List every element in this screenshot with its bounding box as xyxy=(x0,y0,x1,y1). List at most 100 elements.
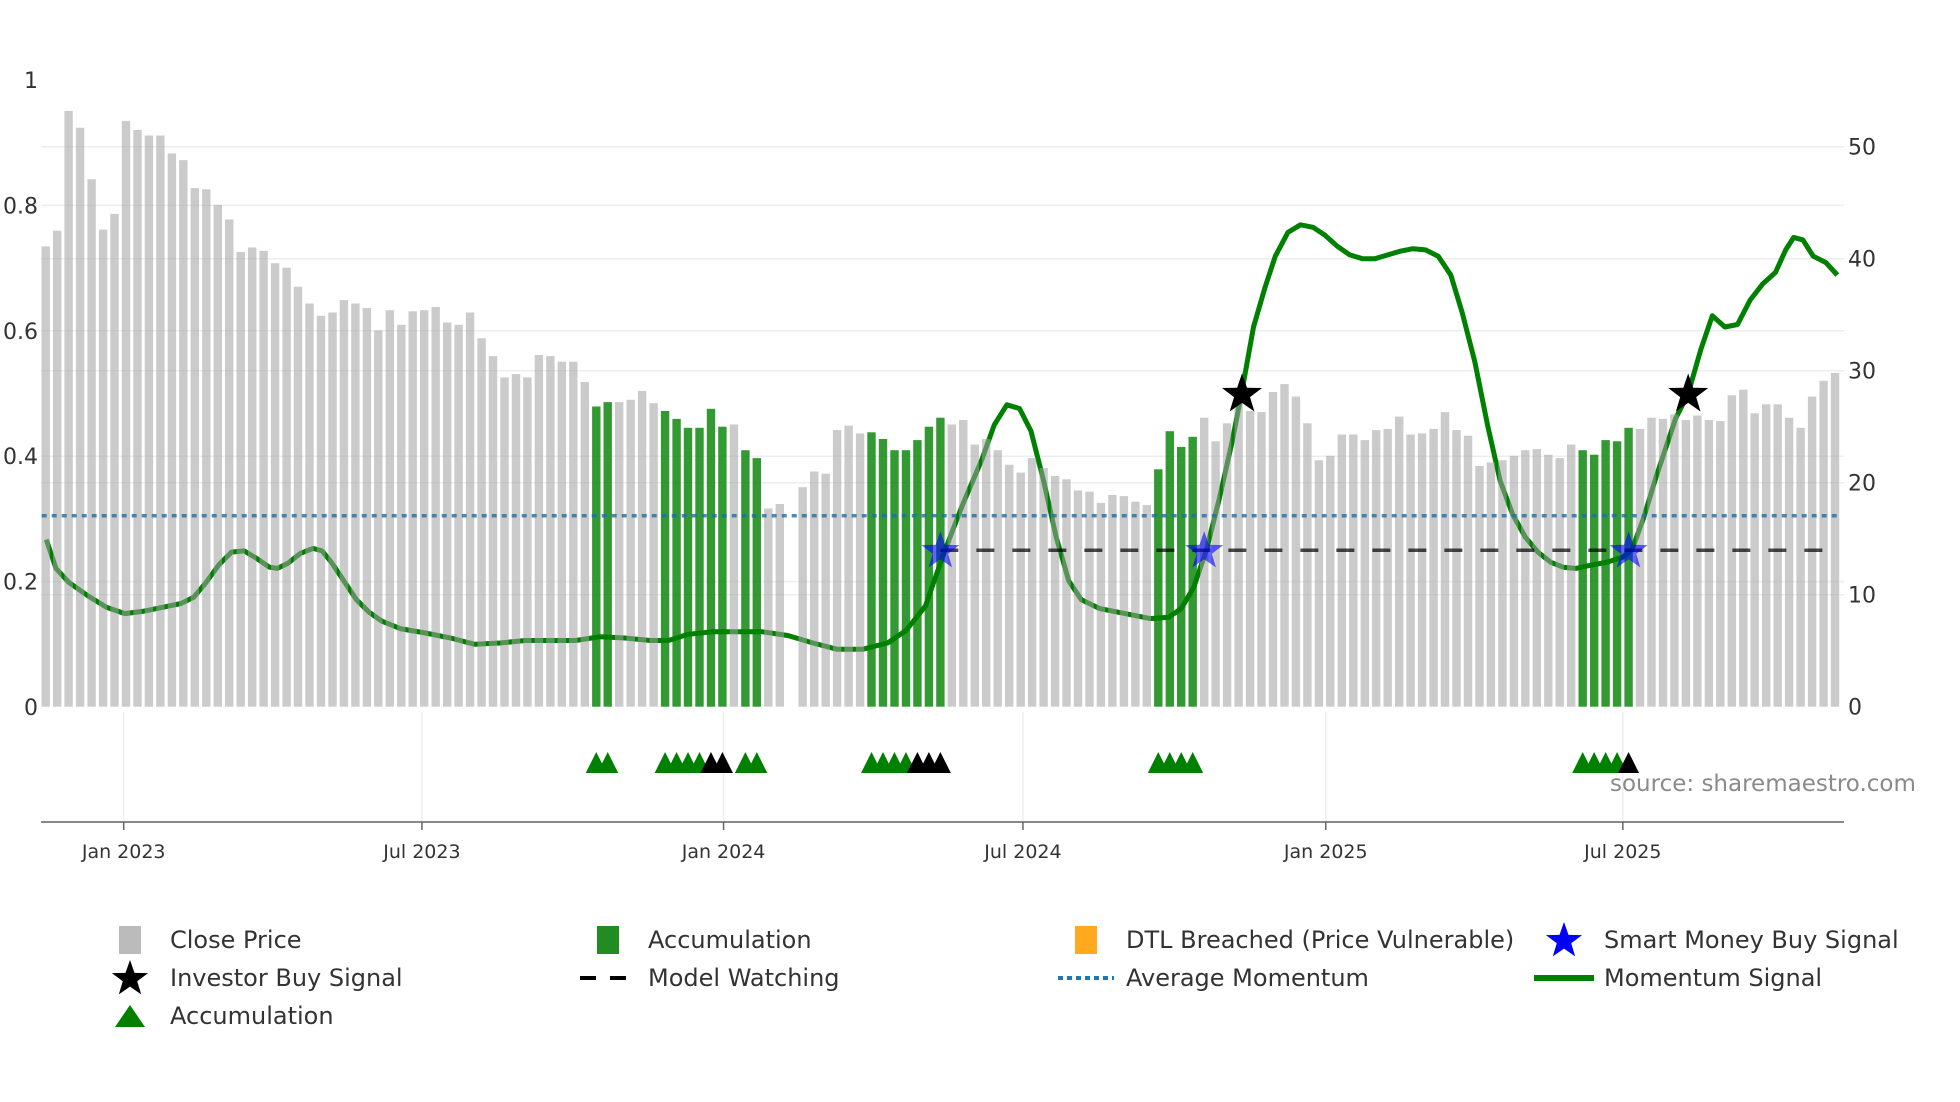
close-price-bar xyxy=(1349,434,1358,707)
close-price-bar xyxy=(1429,428,1438,707)
close-price-bar xyxy=(1750,413,1759,707)
close-price-bar xyxy=(75,127,85,707)
close-price-bar xyxy=(1773,404,1782,707)
accumulation-bar xyxy=(913,440,922,707)
close-price-bar xyxy=(1085,491,1094,707)
close-price-bar xyxy=(637,390,647,707)
close-price-bar xyxy=(420,310,429,707)
close-price-bar xyxy=(1704,420,1714,707)
close-price-bar xyxy=(832,430,842,707)
close-price-bar xyxy=(64,110,73,707)
close-price-bar xyxy=(1245,411,1255,707)
accumulation-bar xyxy=(1177,446,1186,707)
close-price-bar xyxy=(1234,388,1243,707)
close-price-bar xyxy=(1372,430,1381,707)
x-tick-label: Jul 2023 xyxy=(382,841,460,863)
close-price-bar xyxy=(1406,434,1415,707)
accumulation-bar xyxy=(695,427,704,707)
y-right-tick-label: 40 xyxy=(1848,248,1876,273)
close-price-bar xyxy=(1681,420,1691,707)
close-price-bar xyxy=(1739,389,1748,707)
close-price-bar xyxy=(947,424,956,707)
close-price-bar xyxy=(87,179,96,707)
close-price-bar xyxy=(328,312,337,707)
accumulation-bar xyxy=(890,450,899,707)
close-price-bar xyxy=(1314,460,1324,707)
close-price-bar xyxy=(970,444,979,707)
close-price-bar xyxy=(1005,464,1014,707)
y-right-tick-label: 0 xyxy=(1848,696,1862,721)
close-price-bar xyxy=(121,120,131,707)
close-price-bar xyxy=(764,508,773,707)
close-price-bar xyxy=(316,315,326,707)
close-price-bar xyxy=(1280,384,1289,707)
momentum-price-chart: Jan 2023 Jul 2023 Jan 2024 Jul 2024 Jan 2025… xyxy=(3,69,1876,863)
close-price-bar xyxy=(1796,427,1805,707)
close-price-bar xyxy=(488,356,498,707)
close-price-bar xyxy=(1784,417,1794,707)
close-price-bar xyxy=(959,420,968,707)
close-price-bar xyxy=(339,300,349,707)
close-price-bar xyxy=(374,330,383,707)
accumulation-bar xyxy=(1188,436,1197,707)
close-price-bar xyxy=(798,487,807,707)
x-tick-label: Jan 2023 xyxy=(81,841,166,863)
close-price-bar xyxy=(1819,380,1828,707)
close-price-bar xyxy=(362,308,372,707)
source-credit: source: sharemaestro.com xyxy=(1610,771,1916,797)
close-price-bar xyxy=(259,250,268,707)
close-price-bar xyxy=(1647,417,1656,707)
close-price-bar xyxy=(156,135,165,707)
close-price-bar xyxy=(1062,479,1071,707)
close-price-bar xyxy=(855,433,865,707)
close-price-bar xyxy=(1544,454,1553,707)
close-price-bar xyxy=(431,306,440,707)
close-price-bar xyxy=(144,135,154,707)
y-left-tick-label: 0.2 xyxy=(3,571,38,596)
close-price-bar xyxy=(729,424,739,707)
close-price-bar xyxy=(649,403,658,707)
close-price-bar xyxy=(775,504,784,707)
close-price-bar xyxy=(1303,423,1312,707)
close-price-bar xyxy=(1693,415,1702,707)
close-price-bar xyxy=(1096,502,1106,707)
close-price-bar xyxy=(293,286,303,707)
accumulation-bar xyxy=(660,411,670,707)
accumulation-bar xyxy=(878,439,888,707)
close-price-bar xyxy=(993,450,1002,707)
close-price-bar xyxy=(1498,460,1507,707)
close-price-bar xyxy=(1486,462,1496,707)
close-price-bar xyxy=(821,473,830,707)
close-price-bar xyxy=(53,230,62,707)
y-left-tick-label: 0.6 xyxy=(3,320,38,345)
close-price-bar xyxy=(477,338,486,707)
close-price-bar xyxy=(569,361,578,707)
close-price-bar xyxy=(1016,472,1025,707)
close-price-bar xyxy=(351,303,360,707)
close-price-bar xyxy=(1108,495,1117,707)
close-price-bar xyxy=(1257,412,1266,707)
close-price-bar xyxy=(190,188,199,707)
close-price-bar xyxy=(1050,476,1060,707)
close-price-bar xyxy=(1475,465,1484,707)
close-price-bars xyxy=(41,110,1840,707)
accumulation-bar xyxy=(1612,441,1622,707)
close-price-bar xyxy=(1131,501,1140,707)
close-price-bar xyxy=(179,160,188,707)
close-price-bar xyxy=(1142,505,1151,707)
investor-buy-star-icon xyxy=(1668,373,1709,412)
close-price-bar xyxy=(133,129,142,707)
close-price-bar xyxy=(1211,441,1220,707)
close-price-bar xyxy=(408,311,417,707)
close-price-bar xyxy=(213,204,222,707)
y-left-tick-label: 0 xyxy=(24,696,38,721)
y-right-tick-label: 50 xyxy=(1848,136,1876,161)
y-right-tick-label: 30 xyxy=(1848,360,1876,385)
close-price-bar xyxy=(844,425,853,707)
close-price-bar xyxy=(1326,455,1335,707)
close-price-bar xyxy=(500,377,509,707)
accumulation-bar xyxy=(683,427,693,707)
x-tick-label: Jan 2024 xyxy=(681,841,766,863)
close-price-bar xyxy=(810,471,819,707)
close-price-bar xyxy=(225,219,234,707)
